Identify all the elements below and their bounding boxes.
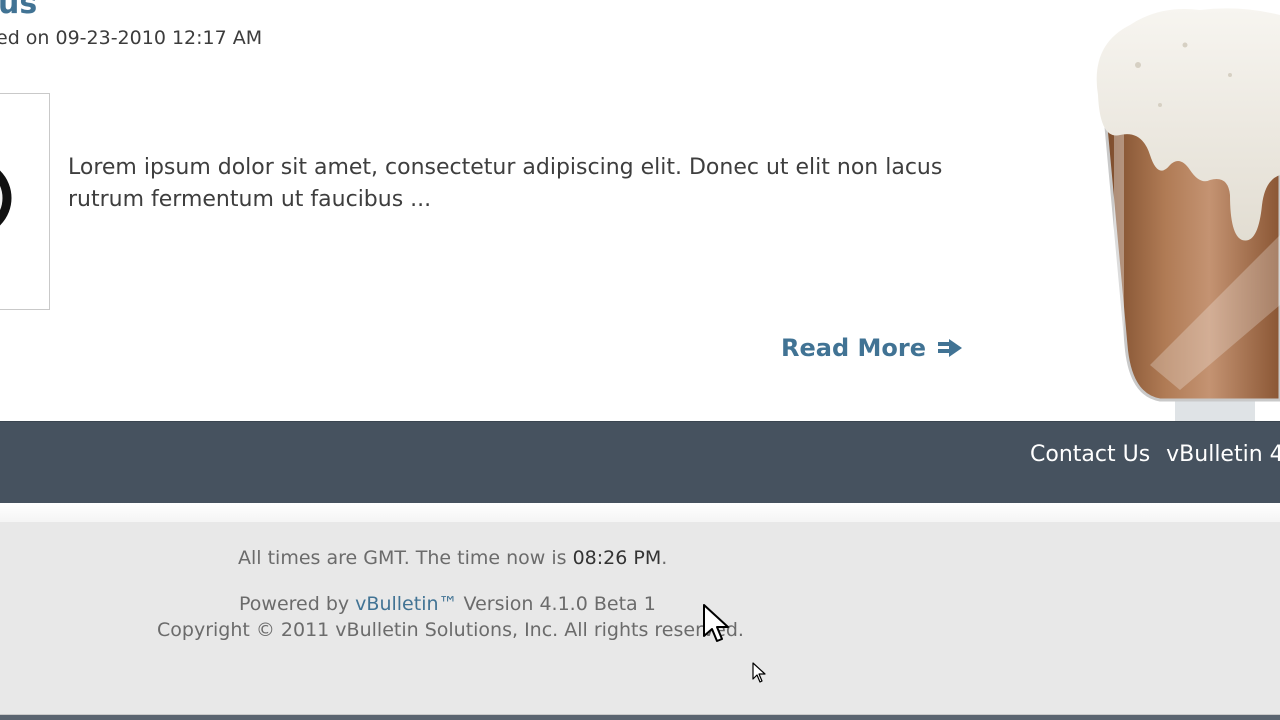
powered-prefix: Powered by <box>239 593 356 615</box>
footer-nav-links: Contact Us vBulletin 4 <box>1030 441 1280 469</box>
copyright-notice: Copyright © 2011 vBulletin Solutions, In… <box>157 619 744 641</box>
page-viewport: us ed on 09-23-2010 12:17 AM Lorem ipsum… <box>0 0 1280 720</box>
nav-shadow <box>0 503 1280 523</box>
current-time: 08:26 PM <box>572 547 662 569</box>
footer-nav-bar: Contact Us vBulletin 4 <box>0 421 1280 504</box>
time-suffix: . <box>661 547 668 569</box>
article-post-date: ed on 09-23-2010 12:17 AM <box>0 27 263 49</box>
thumbnail-image <box>0 170 12 226</box>
footer-time-notice: All times are GMT. The time now is 08:26… <box>238 546 667 570</box>
article-thumbnail[interactable] <box>0 93 50 310</box>
site-footer: All times are GMT. The time now is 08:26… <box>0 522 1280 720</box>
article-excerpt: Lorem ipsum dolor sit amet, consectetur … <box>68 155 943 212</box>
powered-version: Version 4.1.0 Beta 1 <box>457 593 656 615</box>
powered-by-line: Powered by vBulletin™ Version 4.1.0 Beta… <box>239 592 656 616</box>
read-more-label: Read More <box>781 334 926 362</box>
time-prefix: All times are GMT. The time now is <box>238 547 573 569</box>
arrow-right-icon <box>937 339 962 357</box>
article-title[interactable]: us <box>0 0 37 20</box>
vbulletin-link[interactable]: vBulletin 4 <box>1166 441 1280 469</box>
vbulletin-powered-link[interactable]: vBulletin™ <box>355 593 457 615</box>
bottom-edge-strip <box>0 714 1280 720</box>
contact-us-link[interactable]: Contact Us <box>1030 441 1150 469</box>
read-more-link[interactable]: Read More <box>781 334 962 362</box>
